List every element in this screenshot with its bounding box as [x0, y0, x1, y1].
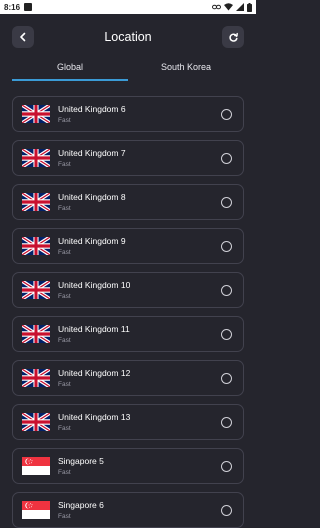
- tab-south-korea[interactable]: South Korea: [128, 62, 244, 72]
- location-speed: Fast: [58, 469, 71, 476]
- location-name: United Kingdom 11: [58, 324, 130, 334]
- uk-flag-icon: [22, 413, 50, 431]
- location-name: Singapore 5: [58, 456, 104, 466]
- uk-flag-icon: [22, 105, 50, 123]
- location-name: United Kingdom 6: [58, 104, 126, 114]
- location-item[interactable]: United Kingdom 8 Fast: [12, 184, 244, 220]
- uk-flag-icon: [22, 149, 50, 167]
- location-radio-button[interactable]: [221, 241, 232, 252]
- uk-flag-icon: [22, 237, 50, 255]
- header: Location: [0, 22, 256, 52]
- location-radio-button[interactable]: [221, 109, 232, 120]
- location-speed: Fast: [58, 425, 71, 432]
- uk-flag-icon: [22, 325, 50, 343]
- tab-active-indicator: [12, 79, 128, 81]
- location-radio-button[interactable]: [221, 505, 232, 516]
- location-name: United Kingdom 13: [58, 412, 131, 422]
- location-name: Singapore 6: [58, 500, 104, 510]
- singapore-flag-icon: [22, 501, 50, 519]
- tab-global[interactable]: Global: [12, 62, 128, 72]
- location-name: United Kingdom 8: [58, 192, 126, 202]
- location-speed: Fast: [58, 249, 71, 256]
- location-name: United Kingdom 12: [58, 368, 131, 378]
- location-radio-button[interactable]: [221, 197, 232, 208]
- location-radio-button[interactable]: [221, 417, 232, 428]
- location-item[interactable]: United Kingdom 7 Fast: [12, 140, 244, 176]
- location-speed: Fast: [58, 117, 71, 124]
- page-title: Location: [104, 30, 152, 44]
- location-name: United Kingdom 7: [58, 148, 126, 158]
- uk-flag-icon: [22, 281, 50, 299]
- status-time: 8:16: [4, 2, 21, 12]
- link-icon: [212, 4, 221, 10]
- singapore-flag-icon: [22, 457, 50, 475]
- status-bar: 8:16: [0, 0, 256, 14]
- location-item[interactable]: United Kingdom 9 Fast: [12, 228, 244, 264]
- location-radio-button[interactable]: [221, 285, 232, 296]
- location-radio-button[interactable]: [221, 153, 232, 164]
- location-item[interactable]: Singapore 5 Fast: [12, 448, 244, 484]
- location-item[interactable]: United Kingdom 13 Fast: [12, 404, 244, 440]
- location-speed: Fast: [58, 293, 71, 300]
- uk-flag-icon: [22, 369, 50, 387]
- location-speed: Fast: [58, 381, 71, 388]
- location-speed: Fast: [58, 161, 71, 168]
- location-speed: Fast: [58, 513, 71, 520]
- location-radio-button[interactable]: [221, 329, 232, 340]
- uk-flag-icon: [22, 193, 50, 211]
- location-item[interactable]: United Kingdom 12 Fast: [12, 360, 244, 396]
- refresh-icon: [228, 32, 238, 42]
- signal-icon: [236, 3, 244, 11]
- location-name: United Kingdom 9: [58, 236, 126, 246]
- location-name: United Kingdom 10: [58, 280, 131, 290]
- location-item[interactable]: United Kingdom 6 Fast: [12, 96, 244, 132]
- battery-icon: [247, 2, 252, 12]
- location-item[interactable]: Singapore 6 Fast: [12, 492, 244, 528]
- location-radio-button[interactable]: [221, 461, 232, 472]
- tab-bar: Global South Korea: [12, 58, 244, 82]
- notification-icon: [24, 3, 33, 11]
- location-item[interactable]: United Kingdom 10 Fast: [12, 272, 244, 308]
- location-speed: Fast: [58, 205, 71, 212]
- wifi-icon: [224, 3, 233, 11]
- location-item[interactable]: United Kingdom 11 Fast: [12, 316, 244, 352]
- refresh-button[interactable]: [222, 26, 244, 48]
- location-speed: Fast: [58, 337, 71, 344]
- location-radio-button[interactable]: [221, 373, 232, 384]
